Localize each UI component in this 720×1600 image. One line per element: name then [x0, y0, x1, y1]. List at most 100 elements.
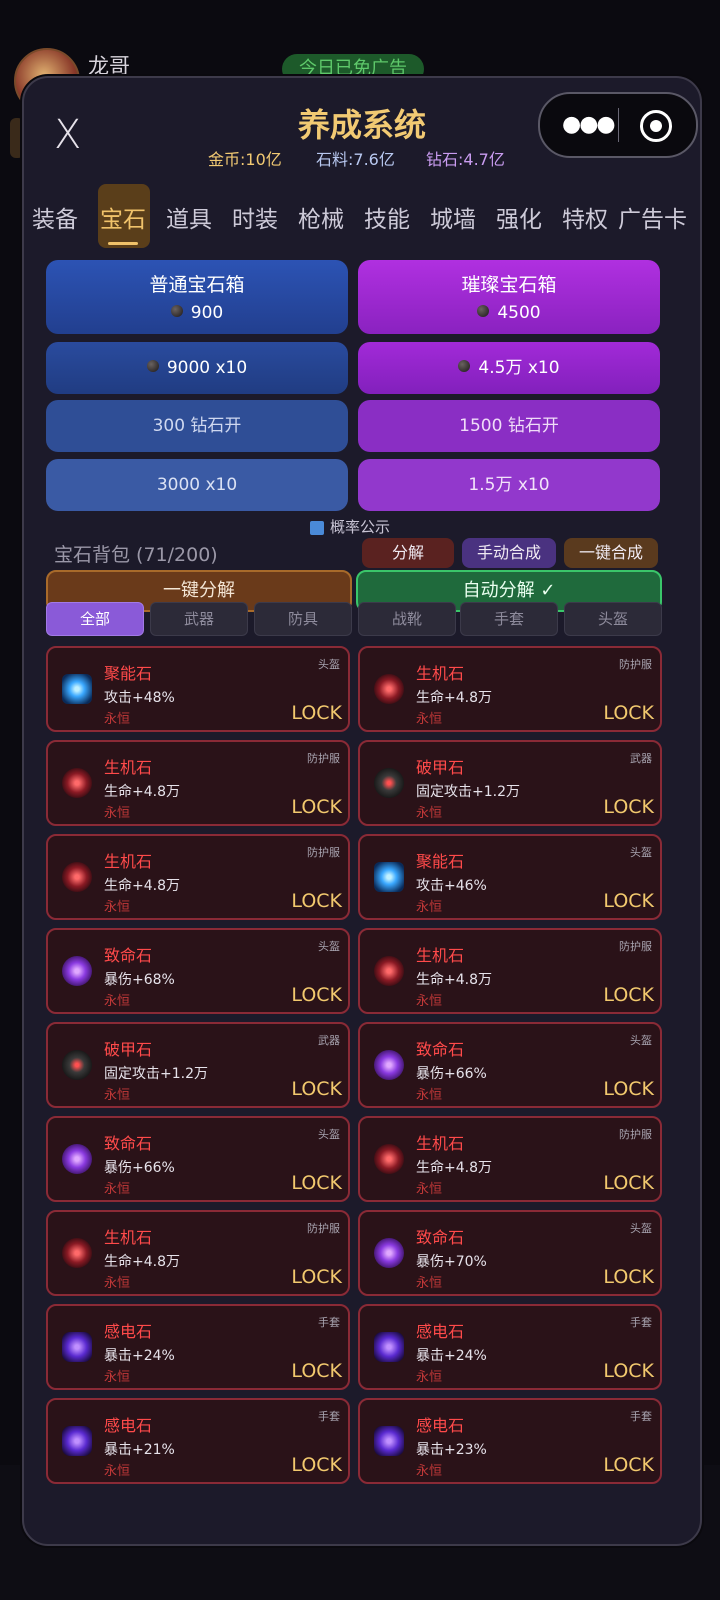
lock-button[interactable]: LOCK: [291, 1360, 342, 1382]
gem-name: 感电石: [104, 1322, 153, 1341]
gem-duration: 永恒: [104, 1276, 131, 1291]
gem-slot: 头盔: [630, 1222, 652, 1235]
lock-button[interactable]: LOCK: [603, 1078, 654, 1100]
gem-slot: 手套: [318, 1410, 340, 1423]
gem-slot: 头盔: [318, 940, 340, 953]
gem-name: 破甲石: [416, 758, 465, 777]
filter-gloves[interactable]: 手套: [460, 602, 558, 636]
tab-city-wall[interactable]: 城墙: [430, 200, 476, 234]
gem-stat: 暴击+24%: [104, 1348, 175, 1364]
decompose-button[interactable]: 分解: [362, 538, 454, 568]
gem-card[interactable]: 生机石 生命+4.8万 永恒 防护服 LOCK: [46, 834, 350, 920]
bright-box-diamond-x10-button[interactable]: 1.5万 x10: [358, 459, 660, 511]
filter-helmet[interactable]: 头盔: [564, 602, 662, 636]
lock-button[interactable]: LOCK: [603, 702, 654, 724]
bright-box-diamond-button[interactable]: 1500 钻石开: [358, 400, 660, 452]
gem-slot: 防护服: [619, 658, 652, 671]
filter-all[interactable]: 全部: [46, 602, 144, 636]
gem-duration: 永恒: [416, 1276, 443, 1291]
gem-card[interactable]: 生机石 生命+4.8万 永恒 防护服 LOCK: [358, 928, 662, 1014]
manual-merge-button[interactable]: 手动合成: [462, 538, 556, 568]
gem-slot: 手套: [630, 1316, 652, 1329]
more-icon[interactable]: ●●●: [562, 112, 616, 137]
probability-link[interactable]: 概率公示: [310, 516, 390, 537]
bright-box-x10-label: 4.5万 x10: [478, 358, 560, 378]
gem-name: 感电石: [416, 1416, 465, 1435]
gem-card[interactable]: 致命石 暴伤+68% 永恒 头盔 LOCK: [46, 928, 350, 1014]
gem-card[interactable]: 感电石 暴击+23% 永恒 手套 LOCK: [358, 1398, 662, 1484]
gem-duration: 永恒: [416, 806, 443, 821]
tab-fashion[interactable]: 时装: [232, 200, 278, 234]
tab-items[interactable]: 道具: [166, 200, 212, 234]
gem-stat: 生命+4.8万: [104, 784, 180, 800]
lock-button[interactable]: LOCK: [603, 1266, 654, 1288]
bright-box-x10-button[interactable]: 4.5万 x10: [358, 342, 660, 394]
lock-button[interactable]: LOCK: [291, 702, 342, 724]
exit-circle-icon[interactable]: [640, 110, 672, 142]
lock-button[interactable]: LOCK: [603, 796, 654, 818]
gem-name: 生机石: [104, 1228, 153, 1247]
gem-name: 致命石: [104, 946, 153, 965]
gem-card[interactable]: 致命石 暴伤+66% 永恒 头盔 LOCK: [46, 1116, 350, 1202]
bright-box-title: 璀璨宝石箱: [461, 274, 557, 296]
gem-card[interactable]: 破甲石 固定攻击+1.2万 永恒 武器 LOCK: [46, 1022, 350, 1108]
energy-gem-icon: [62, 674, 92, 704]
lock-button[interactable]: LOCK: [291, 1078, 342, 1100]
gem-duration: 永恒: [416, 1088, 443, 1103]
lock-button[interactable]: LOCK: [603, 1454, 654, 1476]
gem-card[interactable]: 聚能石 攻击+46% 永恒 头盔 LOCK: [358, 834, 662, 920]
gem-card[interactable]: 致命石 暴伤+70% 永恒 头盔 LOCK: [358, 1210, 662, 1296]
gem-slot: 头盔: [630, 1034, 652, 1047]
tab-enhance[interactable]: 强化: [496, 200, 542, 234]
tab-privilege[interactable]: 特权: [562, 200, 608, 234]
lock-button[interactable]: LOCK: [291, 1266, 342, 1288]
gem-card[interactable]: 生机石 生命+4.8万 永恒 防护服 LOCK: [46, 740, 350, 826]
normal-box-x10-button[interactable]: 9000 x10: [46, 342, 348, 394]
normal-box-diamond-x10-button[interactable]: 3000 x10: [46, 459, 348, 511]
bright-box-cost: 4500: [497, 303, 541, 323]
filter-boots[interactable]: 战靴: [358, 602, 456, 636]
gem-card[interactable]: 感电石 暴击+24% 永恒 手套 LOCK: [358, 1304, 662, 1390]
tab-gems[interactable]: 宝石: [100, 200, 146, 234]
gem-name: 生机石: [104, 758, 153, 777]
gem-slot: 头盔: [318, 1128, 340, 1141]
life-gem-icon: [62, 768, 92, 798]
lock-button[interactable]: LOCK: [291, 984, 342, 1006]
tab-skills[interactable]: 技能: [364, 200, 410, 234]
normal-box-diamond-button[interactable]: 300 钻石开: [46, 400, 348, 452]
lock-button[interactable]: LOCK: [291, 796, 342, 818]
gem-card[interactable]: 感电石 暴击+24% 永恒 手套 LOCK: [46, 1304, 350, 1390]
tab-firearms[interactable]: 枪械: [298, 200, 344, 234]
gem-card[interactable]: 致命石 暴伤+66% 永恒 头盔 LOCK: [358, 1022, 662, 1108]
gem-card[interactable]: 破甲石 固定攻击+1.2万 永恒 武器 LOCK: [358, 740, 662, 826]
normal-box-x10-label: 9000 x10: [166, 358, 248, 378]
lock-button[interactable]: LOCK: [603, 984, 654, 1006]
fatal-gem-icon: [62, 1144, 92, 1174]
gem-name: 生机石: [416, 946, 465, 965]
one-key-merge-button[interactable]: 一键合成: [564, 538, 658, 568]
gem-stat: 暴伤+66%: [416, 1066, 487, 1082]
lock-button[interactable]: LOCK: [291, 1454, 342, 1476]
lock-button[interactable]: LOCK: [291, 890, 342, 912]
tab-equipment[interactable]: 装备: [32, 200, 78, 234]
gem-card[interactable]: 生机石 生命+4.8万 永恒 防护服 LOCK: [358, 1116, 662, 1202]
normal-box-button[interactable]: 普通宝石箱 900: [46, 260, 348, 334]
filter-weapon[interactable]: 武器: [150, 602, 248, 636]
cultivation-panel: X 养成系统 金币:10亿 石料:7.6亿 钻石:4.7亿 ●●● 装备 宝石 …: [22, 76, 702, 1546]
life-gem-icon: [62, 1238, 92, 1268]
lock-button[interactable]: LOCK: [603, 1172, 654, 1194]
gem-card[interactable]: 生机石 生命+4.8万 永恒 防护服 LOCK: [358, 646, 662, 732]
lock-button[interactable]: LOCK: [603, 890, 654, 912]
gem-stat: 生命+4.8万: [104, 1254, 180, 1270]
tab-ad-card[interactable]: 广告卡: [618, 200, 687, 234]
lock-button[interactable]: LOCK: [603, 1360, 654, 1382]
gem-slot: 头盔: [318, 658, 340, 671]
gem-stat: 生命+4.8万: [416, 690, 492, 706]
gem-name: 感电石: [416, 1322, 465, 1341]
lock-button[interactable]: LOCK: [291, 1172, 342, 1194]
gem-card[interactable]: 感电石 暴击+21% 永恒 手套 LOCK: [46, 1398, 350, 1484]
gem-card[interactable]: 聚能石 攻击+48% 永恒 头盔 LOCK: [46, 646, 350, 732]
filter-armor[interactable]: 防具: [254, 602, 352, 636]
bright-box-button[interactable]: 璀璨宝石箱 4500: [358, 260, 660, 334]
gem-card[interactable]: 生机石 生命+4.8万 永恒 防护服 LOCK: [46, 1210, 350, 1296]
